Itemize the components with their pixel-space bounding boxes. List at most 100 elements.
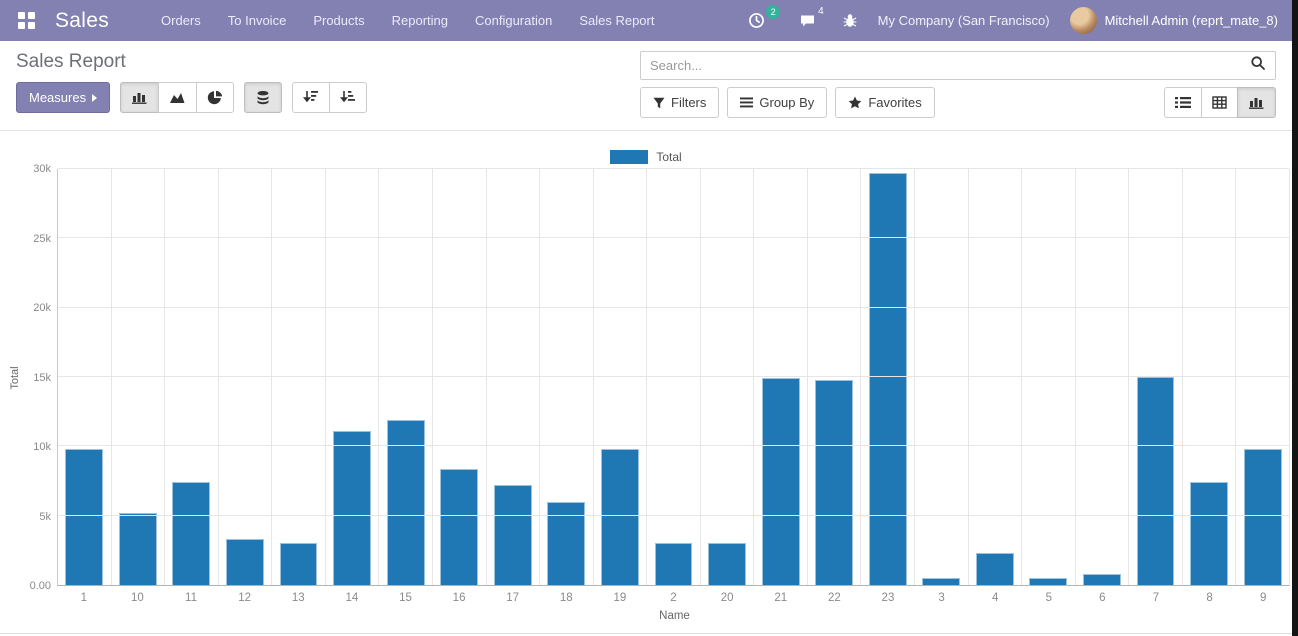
sort-group [292, 82, 367, 113]
bar-5[interactable] [1029, 578, 1067, 585]
list-view-button[interactable] [1164, 87, 1202, 118]
x-tick-label-7: 7 [1129, 592, 1183, 604]
h-gridline-15k [58, 376, 1289, 377]
h-gridline-20k [58, 307, 1289, 308]
bar-12[interactable] [226, 539, 264, 585]
x-tick-label-20: 20 [700, 592, 754, 604]
bar-11[interactable] [172, 482, 210, 585]
odoo-app-window: Sales Orders To Invoice Products Reporting C… [0, 0, 1292, 636]
apps-menu-icon[interactable] [18, 12, 35, 29]
bar-1[interactable] [65, 449, 103, 585]
search-input[interactable] [650, 58, 1250, 73]
bar-19[interactable] [601, 449, 639, 585]
menu-item-configuration[interactable]: Configuration [475, 13, 552, 28]
bar-cell-8 [1182, 169, 1236, 585]
company-switcher[interactable]: My Company (San Francisco) [878, 13, 1050, 28]
bar-cell-20 [700, 169, 754, 585]
x-tick-label-16: 16 [432, 592, 486, 604]
x-tick-label-5: 5 [1022, 592, 1076, 604]
avatar [1070, 7, 1097, 34]
x-tick-label-2: 2 [647, 592, 701, 604]
bar-13[interactable] [280, 543, 318, 585]
stacked-toggle-button[interactable] [244, 82, 282, 113]
bar-cell-23 [860, 169, 914, 585]
bar-4[interactable] [976, 553, 1014, 585]
x-tick-label-12: 12 [218, 592, 272, 604]
top-navbar: Sales Orders To Invoice Products Reporting C… [0, 0, 1292, 41]
bar-22[interactable] [815, 380, 853, 585]
bar-16[interactable] [440, 469, 478, 585]
bar-cell-13 [271, 169, 325, 585]
app-name[interactable]: Sales [55, 9, 109, 33]
graph-view-button[interactable] [1237, 87, 1276, 118]
bar-23[interactable] [869, 173, 907, 585]
menu-item-to-invoice[interactable]: To Invoice [228, 13, 287, 28]
view-switcher [1164, 87, 1276, 118]
x-tick-label-13: 13 [271, 592, 325, 604]
bar-10[interactable] [119, 513, 157, 585]
h-gridline-5k [58, 515, 1289, 516]
user-menu[interactable]: Mitchell Admin (reprt_mate_8) [1070, 7, 1278, 34]
pie-chart-button[interactable] [196, 82, 234, 113]
bar-6[interactable] [1083, 574, 1121, 585]
messages-icon[interactable]: 4 [799, 13, 822, 29]
bar-9[interactable] [1244, 449, 1282, 585]
bar-cell-5 [1021, 169, 1075, 585]
chart-type-group [120, 82, 234, 113]
x-tick-label-19: 19 [593, 592, 647, 604]
legend-swatch [610, 150, 648, 164]
bar-cell-11 [164, 169, 218, 585]
caret-right-icon [92, 94, 97, 102]
message-count: 4 [818, 6, 824, 17]
x-tick-label-14: 14 [325, 592, 379, 604]
graph-toolbar: Measures [16, 82, 367, 113]
y-tick-label-15k: 15k [33, 371, 51, 385]
bar-cells [58, 169, 1289, 585]
navbar-right: 2 4 My Company (San Francisco) [748, 7, 1278, 34]
bar-2[interactable] [655, 543, 693, 585]
bar-cell-17 [486, 169, 540, 585]
bar-8[interactable] [1190, 482, 1228, 585]
group-by-button[interactable]: Group By [727, 87, 827, 118]
y-tick-label-25k: 25k [33, 232, 51, 246]
bar-cell-7 [1128, 169, 1182, 585]
bar-chart-button[interactable] [120, 82, 159, 113]
pivot-view-button[interactable] [1201, 87, 1238, 118]
chart-body: Total 0.005k10k15k20k25k30k [0, 169, 1292, 586]
bar-cell-6 [1075, 169, 1129, 585]
bar-21[interactable] [762, 378, 800, 585]
group-by-icon [740, 97, 753, 108]
legend-item-total[interactable]: Total [0, 145, 1292, 169]
facet-row: Filters Group By [640, 87, 1276, 118]
menu-item-sales-report[interactable]: Sales Report [579, 13, 654, 28]
sort-ascending-button[interactable] [329, 82, 367, 113]
bug-icon[interactable] [842, 13, 858, 29]
menu-item-orders[interactable]: Orders [161, 13, 201, 28]
x-tick-label-10: 10 [111, 592, 165, 604]
bar-cell-9 [1235, 169, 1289, 585]
graph-view: Total Total 0.005k10k15k20k25k30k 110111… [0, 131, 1292, 634]
window-edge [1292, 0, 1298, 636]
filters-button[interactable]: Filters [640, 87, 719, 118]
bar-cell-12 [218, 169, 272, 585]
bar-7[interactable] [1137, 377, 1175, 585]
menu-item-products[interactable]: Products [313, 13, 364, 28]
bar-14[interactable] [333, 431, 371, 585]
line-chart-button[interactable] [158, 82, 197, 113]
x-tick-label-8: 8 [1183, 592, 1237, 604]
menu-item-reporting[interactable]: Reporting [392, 13, 448, 28]
x-tick-label-4: 4 [968, 592, 1022, 604]
bar-3[interactable] [922, 578, 960, 585]
y-tick-label-30k: 30k [33, 162, 51, 176]
search-icon[interactable] [1250, 55, 1266, 76]
favorites-button[interactable]: Favorites [835, 87, 934, 118]
x-axis: 1101112131415161718192202122233456789 [57, 586, 1290, 610]
x-tick-label-17: 17 [486, 592, 540, 604]
y-tick-label-0.00: 0.00 [30, 579, 51, 593]
sort-descending-button[interactable] [292, 82, 330, 113]
measures-button[interactable]: Measures [16, 82, 110, 113]
top-menu: Orders To Invoice Products Reporting Configu… [161, 13, 654, 28]
activity-clock-icon[interactable]: 2 [748, 12, 779, 29]
bar-17[interactable] [494, 485, 532, 585]
bar-20[interactable] [708, 543, 746, 585]
